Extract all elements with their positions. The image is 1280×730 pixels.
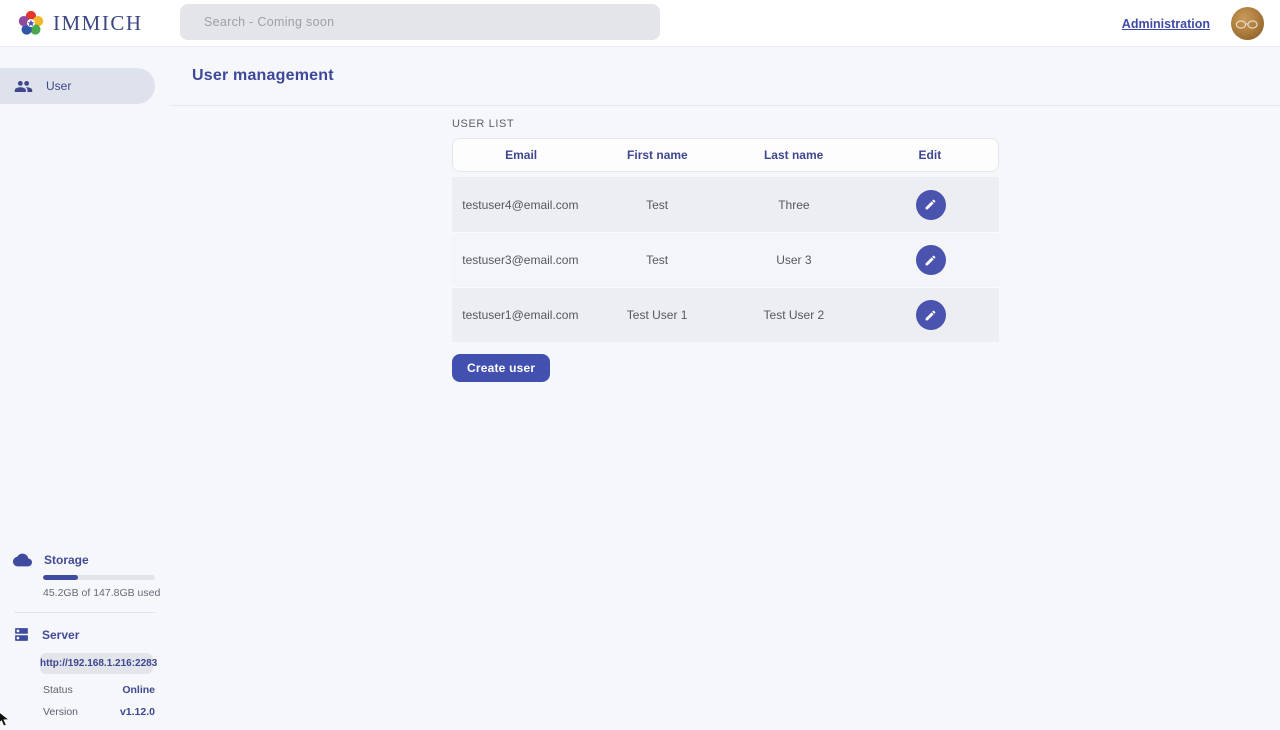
pencil-icon: [924, 254, 937, 267]
user-avatar[interactable]: [1231, 7, 1264, 40]
users-icon: [14, 77, 33, 96]
sidebar: User Storage 45.2GB of 147.8GB used Serv…: [0, 47, 171, 730]
sidebar-item-user[interactable]: User: [0, 68, 155, 104]
cell-email: testuser1@email.com: [452, 308, 589, 322]
section-label: USER LIST: [452, 118, 999, 130]
edit-user-button[interactable]: [916, 300, 946, 330]
administration-link[interactable]: Administration: [1122, 17, 1210, 31]
title-bar: User management: [171, 47, 1280, 106]
sidebar-bottom: Storage 45.2GB of 147.8GB used Server ht…: [0, 553, 171, 718]
storage-title: Storage: [44, 553, 89, 567]
edit-user-button[interactable]: [916, 190, 946, 220]
cell-last-name: Test User 2: [726, 308, 863, 322]
cell-email: testuser3@email.com: [452, 253, 589, 267]
page-title: User management: [192, 67, 334, 85]
main-area: User management USER LIST Email First na…: [171, 47, 1280, 730]
storage-progress-bar: [43, 575, 155, 580]
app-logo[interactable]: IMMICH: [0, 9, 143, 37]
pencil-icon: [924, 198, 937, 211]
user-list-section: USER LIST Email First name Last name Edi…: [452, 118, 999, 382]
server-version-row: Version v1.12.0: [43, 706, 155, 718]
server-icon: [13, 626, 30, 643]
table-row: testuser4@email.com Test Three: [452, 177, 999, 232]
table-row: testuser3@email.com Test User 3: [452, 232, 999, 287]
col-header-email: Email: [453, 148, 589, 162]
cloud-icon: [13, 553, 32, 567]
sidebar-item-label: User: [46, 79, 71, 93]
cell-last-name: Three: [726, 198, 863, 212]
server-title: Server: [42, 628, 79, 642]
immich-flower-icon: [17, 9, 45, 37]
version-label: Version: [43, 706, 78, 718]
app-header: IMMICH Administration: [0, 0, 1280, 47]
create-user-button[interactable]: Create user: [452, 354, 550, 382]
logo-text: IMMICH: [53, 11, 143, 36]
table-header: Email First name Last name Edit: [452, 138, 999, 172]
mouse-cursor: [0, 710, 13, 728]
server-status-row: Status Online: [43, 684, 155, 696]
col-header-last-name: Last name: [726, 148, 862, 162]
cell-first-name: Test User 1: [589, 308, 726, 322]
search-input[interactable]: [180, 4, 660, 40]
col-header-first-name: First name: [589, 148, 725, 162]
version-value: v1.12.0: [120, 706, 155, 718]
sidebar-divider: [14, 612, 155, 613]
storage-section-header: Storage: [0, 553, 171, 567]
table-body: testuser4@email.com Test Three testuser3…: [452, 177, 999, 342]
glasses-photo-detail: [1235, 20, 1260, 29]
cell-first-name: Test: [589, 253, 726, 267]
col-header-edit: Edit: [862, 148, 998, 162]
edit-user-button[interactable]: [916, 245, 946, 275]
cell-first-name: Test: [589, 198, 726, 212]
server-section-header: Server: [0, 626, 171, 643]
status-label: Status: [43, 684, 73, 696]
storage-usage-text: 45.2GB of 147.8GB used: [43, 587, 171, 599]
storage-progress-fill: [43, 575, 78, 580]
table-row: testuser1@email.com Test User 1 Test Use…: [452, 287, 999, 342]
cell-last-name: User 3: [726, 253, 863, 267]
cell-email: testuser4@email.com: [452, 198, 589, 212]
pencil-icon: [924, 309, 937, 322]
server-url-badge: http://192.168.1.216:2283: [40, 653, 153, 674]
status-value: Online: [122, 684, 155, 696]
